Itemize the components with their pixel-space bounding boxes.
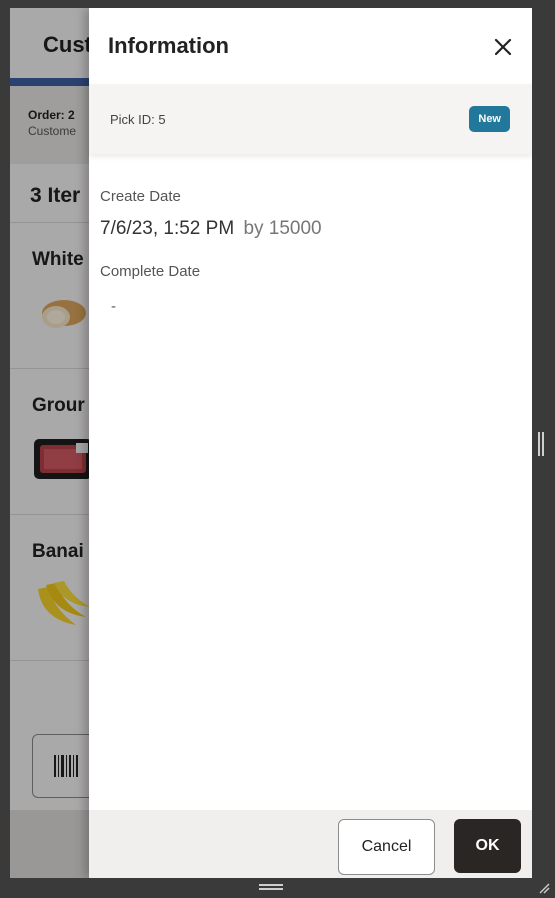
drawer-title: Information — [108, 33, 229, 58]
complete-date-label: Complete Date — [100, 263, 201, 280]
create-date-timestamp: 7/6/23, 1:52 PM — [100, 218, 235, 239]
pick-info-bar: Pick ID: 5 New — [89, 84, 532, 154]
created-by: by 15000 — [243, 218, 322, 239]
complete-date-value: - — [111, 298, 116, 315]
app-window: Cust Order: 2 Custome 3 Iter White Grour — [10, 8, 532, 878]
information-drawer: Information Pick ID: 5 New Create Date 7… — [89, 8, 532, 878]
create-date-label: Create Date — [100, 188, 181, 205]
side-resize-handle[interactable] — [538, 432, 544, 456]
ok-button[interactable]: OK — [454, 819, 521, 873]
pick-id: Pick ID: 5 — [110, 112, 166, 127]
bottom-resize-handle[interactable] — [259, 884, 283, 890]
resize-grip-icon[interactable] — [538, 882, 550, 894]
cancel-button[interactable]: Cancel — [338, 819, 435, 875]
status-badge: New — [469, 106, 510, 132]
drawer-footer: Cancel OK — [89, 810, 532, 878]
close-button[interactable] — [486, 30, 520, 64]
close-icon — [494, 38, 512, 56]
create-date-value: 7/6/23, 1:52 PM by 15000 — [100, 218, 322, 240]
drawer-header: Information — [89, 8, 532, 84]
